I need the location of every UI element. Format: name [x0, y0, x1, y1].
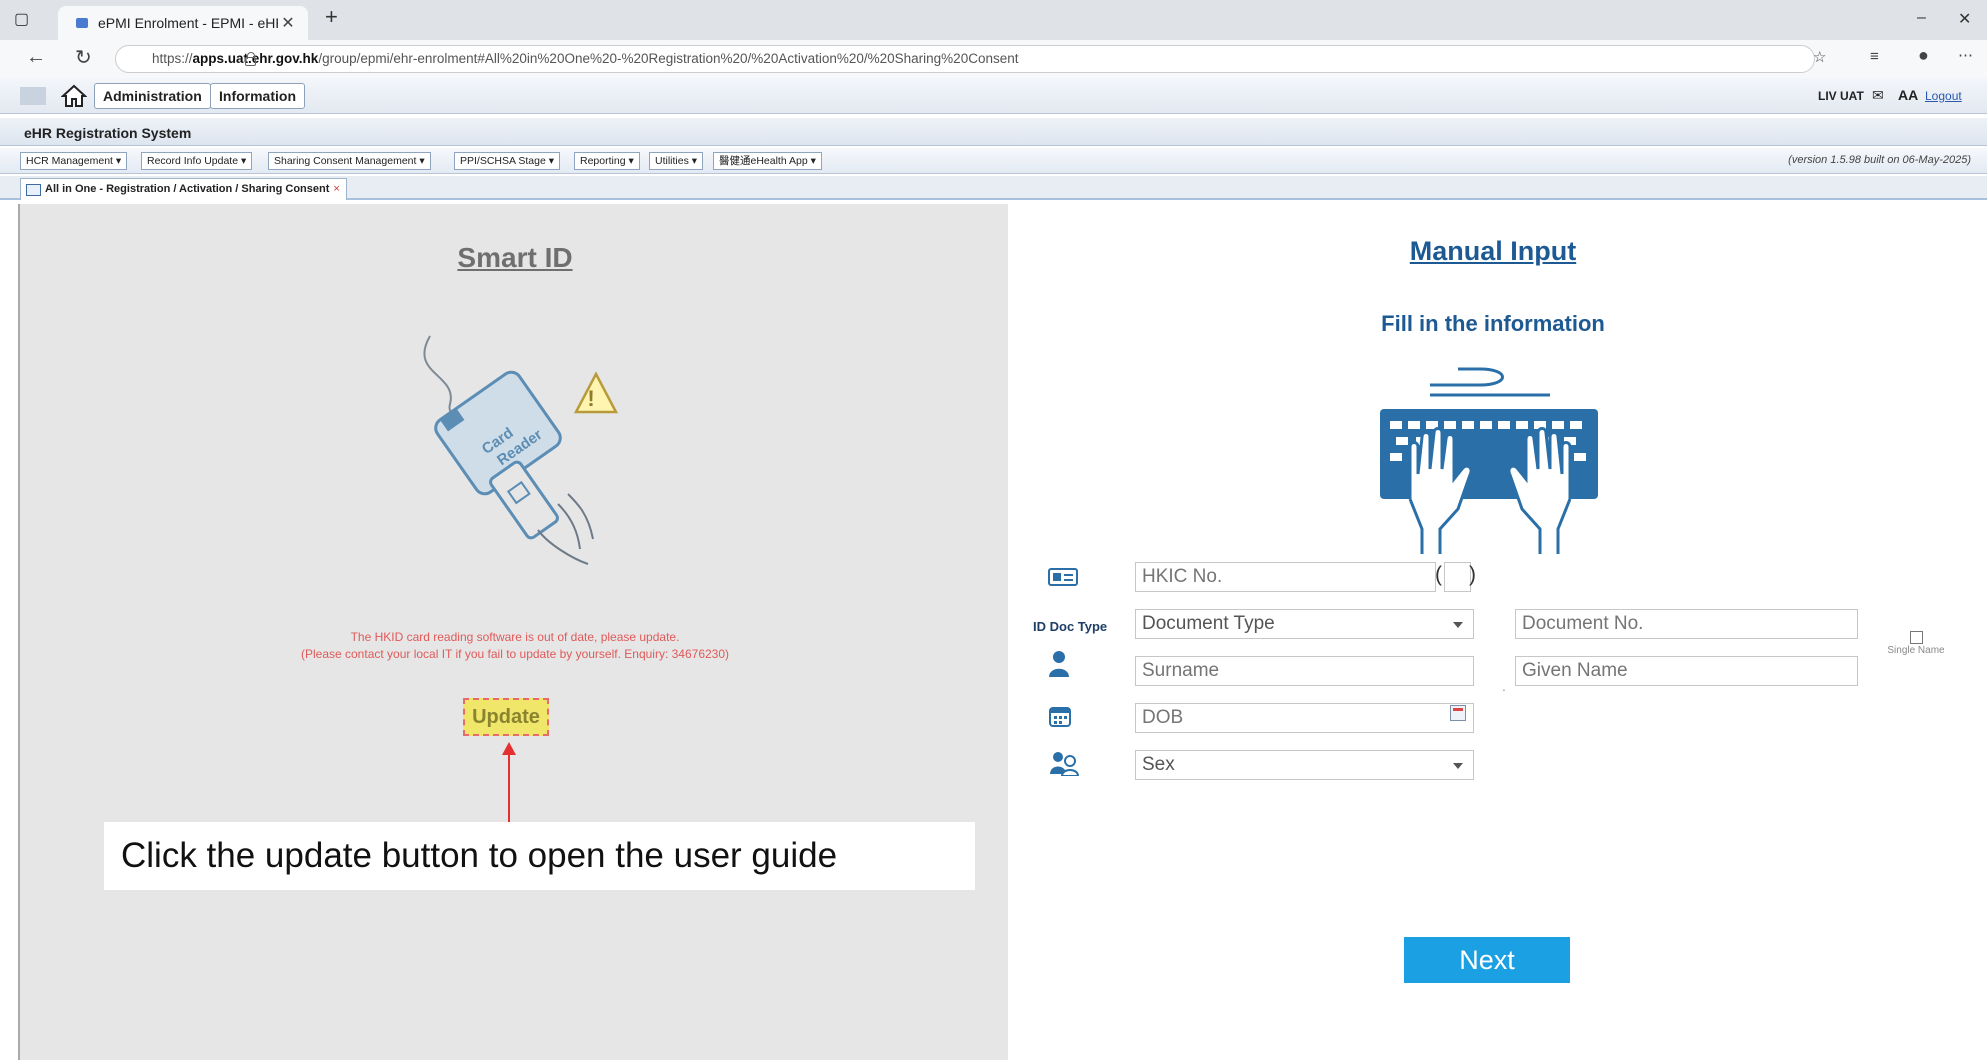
smart-id-panel: Smart ID Card Reader ! The HKID card rea… [18, 204, 1008, 1060]
menu-record-info-update[interactable]: Record Info Update ▾ [141, 152, 253, 170]
tab-actions-icon[interactable]: ▢ [14, 9, 29, 29]
mail-icon[interactable]: ✉ [1872, 87, 1884, 104]
close-tab-icon[interactable]: ✕ [278, 13, 298, 33]
update-button[interactable]: Update [463, 698, 549, 736]
menu-hcr-management[interactable]: HCR Management ▾ [20, 152, 128, 170]
next-button[interactable]: Next [1404, 937, 1570, 983]
information-button[interactable]: Information [210, 83, 305, 109]
favorites-icon[interactable]: ≡ [1870, 48, 1879, 65]
single-name-checkbox-box[interactable] [1909, 631, 1923, 644]
given-name-input[interactable] [1515, 656, 1858, 686]
favorite-star-icon[interactable]: ☆ [1813, 48, 1826, 66]
surname-input[interactable] [1135, 656, 1474, 686]
main-menu: HCR Management ▾ Record Info Update ▾ Sh… [0, 148, 1987, 174]
name-separator: . [1502, 678, 1506, 694]
ehr-logo [20, 87, 46, 105]
address-bar[interactable]: https://apps.uat.ehr.gov.hk/group/epmi/e… [115, 45, 1815, 73]
menu-sharing-consent[interactable]: Sharing Consent Management ▾ [268, 152, 431, 170]
smart-id-title: Smart ID [457, 242, 573, 273]
id-doc-type-label: ID Doc Type [1033, 619, 1108, 634]
error-line-1: The HKID card reading software is out of… [350, 630, 680, 644]
url-path: /group/epmi/ehr-enrolment#All%20in%20One… [318, 51, 1019, 66]
hkic-check-digit-input[interactable] [1444, 562, 1471, 592]
system-title: eHR Registration System [0, 118, 1987, 146]
warning-icon: ! [587, 386, 594, 411]
minimize-icon[interactable]: – [1917, 9, 1926, 27]
error-line-2: (Please contact your local IT if you fai… [300, 647, 730, 661]
tab-all-in-one-label: All in One - Registration / Activation /… [45, 183, 330, 195]
check-digit-close-paren: ) [1469, 563, 1476, 586]
home-icon[interactable] [61, 84, 87, 108]
lock-icon [245, 52, 256, 66]
check-digit-open-paren: ( [1435, 563, 1442, 586]
new-tab-icon[interactable]: + [325, 4, 338, 30]
app-tab-bar: All in One - Registration / Activation /… [0, 176, 1987, 200]
menu-ppi-schsa-stage[interactable]: PPI/SCHSA Stage ▾ [454, 152, 560, 170]
hkic-no-input[interactable] [1135, 562, 1436, 592]
gender-icon [1050, 752, 1080, 776]
url-prefix: https:// [152, 51, 193, 66]
single-name-label: Single Name [1887, 645, 1945, 656]
app-header: Administration Information LIV UAT ✉ AA … [0, 78, 1987, 114]
instruction-callout: Click the update button to open the user… [104, 822, 975, 890]
manual-input-panel: Manual Input Fill in the information ( )… [1008, 204, 1987, 1060]
document-type-select[interactable]: Document Type [1135, 609, 1474, 639]
more-icon[interactable]: ⋯ [1958, 46, 1973, 64]
profile-avatar[interactable]: ● [1918, 45, 1929, 66]
single-name-checkbox[interactable]: Single Name [1881, 631, 1951, 656]
fill-info-subtitle: Fill in the information [1381, 311, 1605, 336]
environment-label: LIV UAT [1818, 89, 1864, 103]
address-row: ← ↻ https://apps.uat.ehr.gov.hk/group/ep… [0, 40, 1987, 78]
version-label: (version 1.5.98 built on 06-May-2025) [1788, 154, 1971, 166]
back-icon[interactable]: ← [26, 46, 46, 69]
id-card-icon [1048, 568, 1078, 586]
callout-arrow [508, 749, 510, 826]
refresh-icon[interactable]: ↻ [75, 45, 92, 70]
close-tab-icon[interactable]: × [333, 183, 339, 195]
update-error-message: The HKID card reading software is out of… [20, 629, 1010, 663]
manual-input-title: Manual Input [1409, 236, 1577, 266]
sex-select[interactable]: Sex [1135, 750, 1474, 780]
tab-all-in-one[interactable]: All in One - Registration / Activation /… [20, 178, 347, 200]
calendar-icon [1049, 707, 1071, 727]
tab-favicon-icon [76, 18, 88, 28]
tab-title: ePMI Enrolment - EPMI - eHR [98, 15, 278, 31]
administration-button[interactable]: Administration [94, 83, 211, 109]
menu-reporting[interactable]: Reporting ▾ [574, 152, 640, 170]
logout-link[interactable]: Logout [1925, 89, 1962, 103]
date-picker-icon[interactable] [1450, 705, 1466, 721]
browser-tabstrip: ▢ ePMI Enrolment - EPMI - eHR ✕ + – ✕ [0, 0, 1987, 40]
dob-input[interactable] [1135, 703, 1474, 733]
keyboard-hands-icon [1380, 367, 1598, 554]
font-size-button[interactable]: AA [1898, 87, 1918, 103]
browser-tab[interactable]: ePMI Enrolment - EPMI - eHR ✕ [58, 6, 308, 40]
menu-ehealth-app[interactable]: 醫健通eHealth App ▾ [713, 152, 822, 170]
card-reader-icon: Card Reader ! [423, 335, 619, 565]
person-icon [1049, 651, 1069, 677]
document-no-input[interactable] [1515, 609, 1858, 639]
close-window-icon[interactable]: ✕ [1958, 9, 1971, 29]
menu-utilities[interactable]: Utilities ▾ [649, 152, 704, 170]
